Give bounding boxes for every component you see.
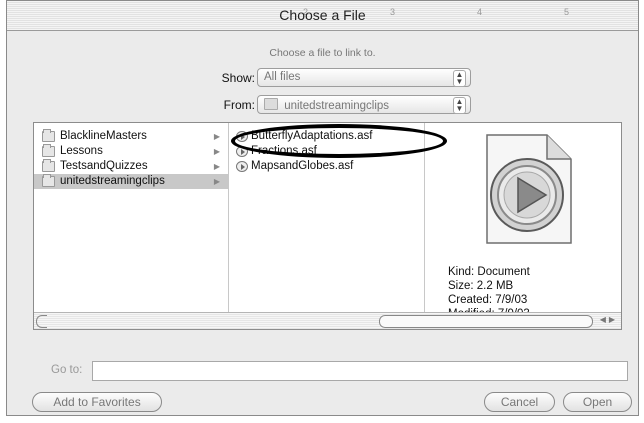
folder-item-lessons[interactable]: Lessons ▶: [34, 144, 228, 159]
from-popup[interactable]: unitedstreamingclips ▲ ▼: [257, 95, 471, 114]
disclosure-arrow-icon: ▶: [213, 132, 220, 141]
preview-column: Kind: Document Size: 2.2 MB Created: 7/9…: [425, 123, 621, 320]
folder-item-unitedstreamingclips[interactable]: unitedstreamingclips ▶: [34, 174, 228, 189]
movie-file-icon: [236, 131, 248, 142]
from-label: From:: [223, 98, 255, 112]
file-item-label: Fractions.asf: [251, 145, 317, 157]
horizontal-scrollbar[interactable]: ◀▶: [34, 312, 621, 329]
file-created: Created: 7/9/03: [448, 294, 528, 306]
show-popup-value: All files: [264, 71, 301, 83]
scrollbar-thumb[interactable]: [379, 315, 593, 328]
disclosure-arrow-icon: ▶: [213, 162, 220, 171]
file-size: Size: 2.2 MB: [448, 280, 514, 292]
goto-input[interactable]: [92, 361, 628, 381]
folder-item-label: Lessons: [60, 145, 103, 157]
title-bar[interactable]: 2 3 4 5 Choose a File: [7, 1, 638, 31]
movie-file-icon: [236, 146, 248, 157]
folder-item-label: unitedstreamingclips: [60, 175, 165, 187]
file-item-mapsandglobes[interactable]: MapsandGlobes.asf: [229, 159, 424, 174]
folder-item-label: BlacklineMasters: [60, 130, 147, 142]
updown-arrows-icon: ▲ ▼: [453, 70, 466, 87]
folder-icon: [42, 174, 55, 187]
folder-icon: [42, 159, 55, 172]
quicktime-document-icon: [486, 134, 572, 244]
disclosure-arrow-icon: ▶: [213, 147, 220, 156]
folder-item-blacklinemasters[interactable]: BlacklineMasters ▶: [34, 129, 228, 144]
goto-label: Go to:: [51, 364, 83, 376]
folder-icon: [42, 144, 55, 157]
show-popup[interactable]: All files ▲ ▼: [257, 68, 471, 87]
file-item-butterflyadaptations[interactable]: ButterflyAdaptations.asf: [229, 129, 424, 144]
file-browser: BlacklineMasters ▶ Lessons ▶ TestsandQui…: [33, 122, 622, 330]
folder-icon: [42, 129, 55, 142]
cancel-button[interactable]: Cancel: [484, 392, 555, 412]
folder-column: BlacklineMasters ▶ Lessons ▶ TestsandQui…: [34, 123, 229, 313]
folder-item-label: TestsandQuizzes: [60, 160, 148, 172]
scroll-arrows-icon[interactable]: ◀▶: [600, 315, 618, 324]
file-item-fractions[interactable]: Fractions.asf: [229, 144, 424, 159]
dialog-prompt: Choose a file to link to.: [269, 47, 376, 59]
movie-file-icon: [236, 161, 248, 172]
file-item-label: ButterflyAdaptations.asf: [251, 130, 373, 142]
file-kind: Kind: Document: [448, 266, 530, 278]
folder-item-testsandquizzes[interactable]: TestsandQuizzes ▶: [34, 159, 228, 174]
add-to-favorites-button[interactable]: Add to Favorites: [32, 392, 162, 412]
file-item-label: MapsandGlobes.asf: [251, 160, 354, 172]
open-button[interactable]: Open: [563, 392, 632, 412]
from-popup-value: unitedstreamingclips: [284, 100, 390, 112]
scrollbar-track-end: [36, 315, 47, 328]
folder-icon: [264, 98, 278, 110]
show-label: Show:: [221, 71, 255, 85]
choose-file-dialog: 2 3 4 5 Choose a File Choose a file to l…: [6, 0, 639, 416]
window-title: Choose a File: [279, 7, 366, 23]
updown-arrows-icon: ▲ ▼: [453, 97, 466, 114]
disclosure-arrow-icon: ▶: [213, 177, 220, 186]
file-column: ButterflyAdaptations.asf Fractions.asf M…: [229, 123, 425, 313]
